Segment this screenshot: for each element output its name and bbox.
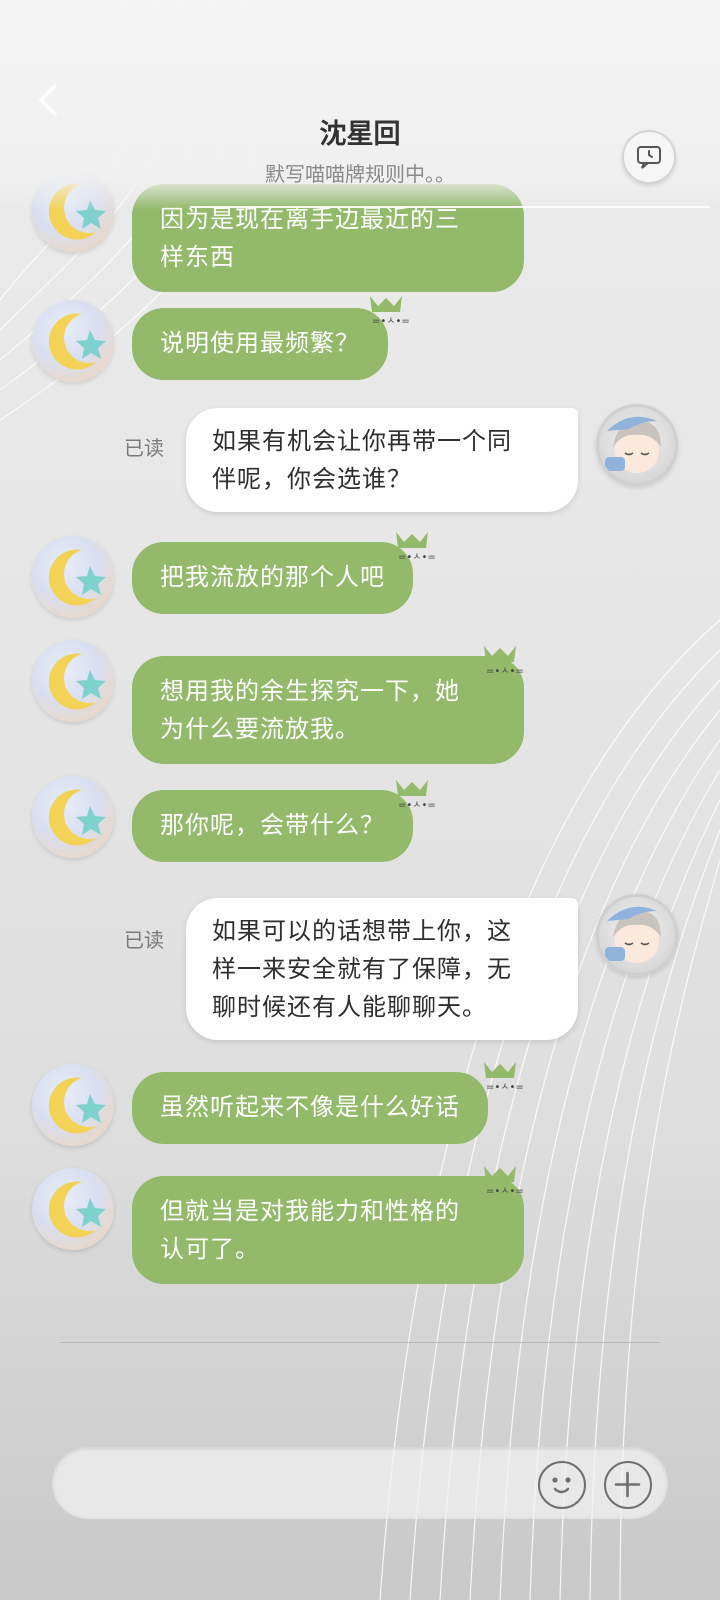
message-bubble-received[interactable]: 但就当是对我能力和性格的 认可了。 [132, 1176, 524, 1284]
chat-history-icon [637, 146, 661, 169]
svg-text:=•ㅅ•=: =•ㅅ•= [486, 1082, 524, 1093]
smiley-icon [552, 1477, 571, 1494]
message-text-line: 为什么要流放我。 [160, 715, 360, 743]
cat-ears-sticker-icon: =•ㅅ•= [484, 1166, 524, 1197]
message-text: 说明使用最频繁？ [160, 329, 360, 357]
contact-avatar[interactable] [32, 1064, 114, 1146]
contact-status: 默写喵喵牌规则中。。 [265, 162, 455, 186]
message-bubble-received[interactable]: 把我流放的那个人吧 [132, 542, 413, 614]
contact-avatar[interactable] [32, 1168, 114, 1250]
read-receipt: 已读 [124, 928, 164, 952]
read-receipt: 已读 [124, 436, 164, 460]
message-text: 那你呢，会带什么？ [160, 811, 385, 839]
message-text-line: 如果有机会让你再带一个同 [212, 427, 512, 455]
cat-ears-sticker-icon: =•ㅅ•= [484, 1062, 524, 1093]
message-bubble-received[interactable]: 那你呢，会带什么？ [132, 790, 413, 862]
message-bubble-received[interactable]: 虽然听起来不像是什么好话 [132, 1072, 488, 1144]
user-avatar[interactable] [596, 404, 678, 486]
sleeping-boy-avatar-icon [605, 416, 661, 473]
user-avatar[interactable] [596, 894, 678, 976]
header-divider [190, 206, 710, 208]
message-text: 把我流放的那个人吧 [160, 563, 385, 591]
svg-text:=•ㅅ•=: =•ㅅ•= [486, 1186, 524, 1197]
moon-avatar-icon [48, 789, 106, 846]
moon-avatar-icon [48, 1181, 106, 1238]
moon-avatar-icon [48, 1077, 106, 1134]
svg-text:=•ㅅ•=: =•ㅅ•= [486, 666, 524, 677]
message-text: 虽然听起来不像是什么好话 [160, 1093, 460, 1121]
cat-ears-sticker-icon: =•ㅅ•= [396, 780, 436, 811]
contact-avatar[interactable] [32, 776, 114, 858]
moon-avatar-icon [48, 549, 106, 606]
cat-ears-sticker-icon: =•ㅅ•= [484, 646, 524, 677]
message-bubble-received[interactable]: 想用我的余生探究一下，她 为什么要流放我。 [132, 656, 524, 764]
cat-ears-sticker-icon: =•ㅅ•= [396, 532, 436, 563]
cat-ears-sticker-icon: =•ㅅ•= [370, 296, 410, 327]
message-text-line: 样东西 [160, 243, 235, 271]
message-text-line: 但就当是对我能力和性格的 [160, 1197, 460, 1225]
message-bubble-sent[interactable]: 如果可以的话想带上你，这 样一来安全就有了保障，无 聊时候还有人能聊聊天。 [186, 898, 578, 1040]
svg-text:=•ㅅ•=: =•ㅅ•= [398, 552, 436, 563]
svg-text:=•ㅅ•=: =•ㅅ•= [398, 800, 436, 811]
emoji-button[interactable] [538, 1461, 586, 1509]
message-text-line: 认可了。 [160, 1235, 260, 1263]
message-bubble-sent[interactable]: 如果有机会让你再带一个同 伴呢，你会选谁？ [186, 408, 578, 512]
sleeping-boy-avatar-icon [605, 906, 661, 963]
svg-text:=•ㅅ•=: =•ㅅ•= [372, 316, 410, 327]
contact-avatar[interactable] [32, 536, 114, 618]
contact-name: 沈星回 [319, 119, 401, 150]
message-text-line: 聊时候还有人能聊聊天。 [212, 993, 487, 1021]
message-text-line: 伴呢，你会选谁？ [212, 465, 412, 493]
chat-header: 沈星回 默写喵喵牌规则中。。 [0, 0, 720, 210]
message-text-line: 如果可以的话想带上你，这 [212, 917, 512, 945]
message-text-line: 样一来安全就有了保障，无 [212, 955, 512, 983]
input-divider [60, 1342, 660, 1343]
message-bubble-received[interactable]: 说明使用最频繁？ [132, 308, 388, 380]
moon-avatar-icon [48, 653, 106, 710]
chat-history-button[interactable] [622, 130, 676, 184]
moon-avatar-icon [48, 313, 106, 370]
contact-avatar[interactable] [32, 300, 114, 382]
contact-avatar[interactable] [32, 640, 114, 722]
plus-icon [614, 1471, 641, 1498]
message-text-line: 想用我的余生探究一下，她 [160, 677, 460, 705]
more-options-button[interactable] [604, 1461, 652, 1509]
